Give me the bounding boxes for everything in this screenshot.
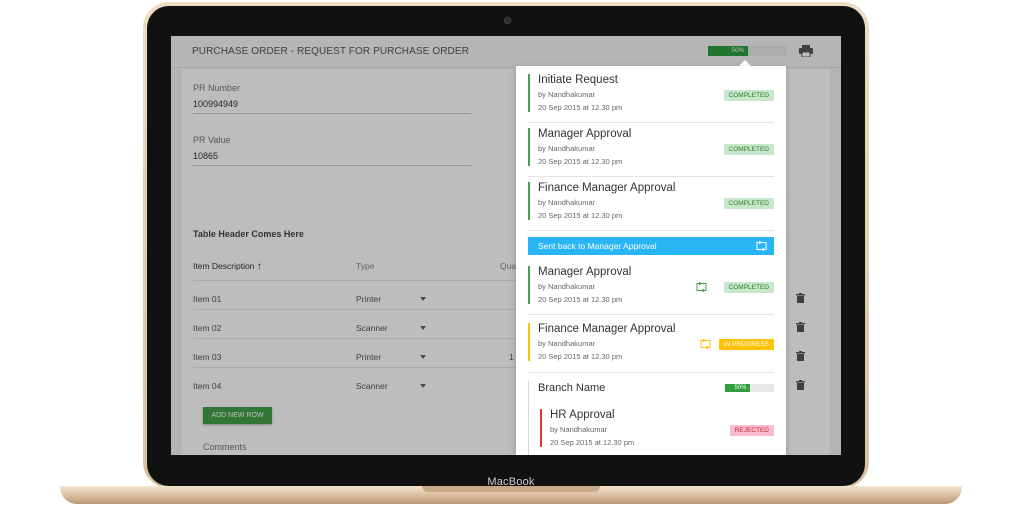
- step-name: Initiate Request: [538, 74, 618, 86]
- loop-icon: [700, 339, 711, 349]
- step-name: HR Approval: [550, 409, 615, 421]
- status-badge: COMPLETED: [723, 90, 774, 101]
- step-name: Finance Manager Approval: [538, 182, 676, 194]
- step-status-bar: [528, 182, 530, 220]
- step-date: 20 Sep 2015 at 12.30 pm: [538, 352, 623, 361]
- step-date: 20 Sep 2015 at 12.30 pm: [550, 438, 635, 447]
- divider: [528, 176, 774, 177]
- timeline-step-initiate[interactable]: Initiate Request by Nandhakumar 20 Sep 2…: [528, 74, 774, 112]
- divider: [528, 314, 774, 315]
- step-status-bar: [540, 409, 542, 447]
- timeline-step-finance-resubmit[interactable]: Finance Manager Approval by Nandhakumar …: [528, 323, 774, 361]
- step-by: by Nandhakumar: [550, 425, 608, 434]
- step-date: 20 Sep 2015 at 12.30 pm: [538, 157, 623, 166]
- timeline-step-hr[interactable]: HR Approval by Nandhakumar 20 Sep 2015 a…: [540, 409, 774, 447]
- status-badge: IN PROGRESS: [718, 339, 774, 350]
- step-by: by Nandhakumar: [538, 198, 596, 207]
- sent-back-label: Sent back to Manager Approval: [538, 241, 657, 251]
- divider: [528, 122, 774, 123]
- status-badge: REJECTED: [729, 425, 774, 436]
- step-status-bar: [528, 128, 530, 166]
- step-by: by Nandhakumar: [538, 339, 596, 348]
- status-badge: COMPLETED: [723, 282, 774, 293]
- laptop-mockup: MacBook PURCHASE ORDER - REQUEST FOR PUR…: [0, 0, 1022, 511]
- step-name: Manager Approval: [538, 266, 632, 278]
- step-by: by Nandhakumar: [538, 90, 596, 99]
- step-name: Finance Manager Approval: [538, 323, 676, 335]
- divider: [528, 230, 774, 231]
- branch-progress-label: 50%: [734, 385, 747, 391]
- sent-back-banner[interactable]: Sent back to Manager Approval: [528, 237, 774, 255]
- step-by: by Nandhakumar: [538, 144, 596, 153]
- app-window: PURCHASE ORDER - REQUEST FOR PURCHASE OR…: [171, 36, 841, 455]
- branch-progress-bar: 50%: [725, 384, 774, 392]
- step-status-bar: [528, 323, 530, 361]
- status-badge: COMPLETED: [723, 198, 774, 209]
- branch-name: Branch Name: [538, 382, 606, 394]
- camera-icon: [504, 17, 511, 24]
- status-badge: COMPLETED: [723, 144, 774, 155]
- timeline-step-finance[interactable]: Finance Manager Approval by Nandhakumar …: [528, 182, 774, 220]
- branch-connector: [528, 381, 529, 455]
- step-date: 20 Sep 2015 at 12.30 pm: [538, 211, 623, 220]
- screen: PURCHASE ORDER - REQUEST FOR PURCHASE OR…: [171, 36, 841, 455]
- step-status-bar: [528, 266, 530, 304]
- step-name: Manager Approval: [538, 128, 632, 140]
- timeline-step-manager-resubmit[interactable]: Manager Approval by Nandhakumar 20 Sep 2…: [528, 266, 774, 304]
- step-date: 20 Sep 2015 at 12.30 pm: [538, 295, 623, 304]
- approval-timeline-panel: Initiate Request by Nandhakumar 20 Sep 2…: [516, 66, 786, 455]
- loop-icon: [756, 241, 767, 251]
- loop-icon: [696, 282, 707, 292]
- brand-label: MacBook: [487, 476, 535, 488]
- step-date: 20 Sep 2015 at 12.30 pm: [538, 103, 623, 112]
- step-by: by Nandhakumar: [538, 282, 596, 291]
- divider: [528, 372, 774, 373]
- timeline-step-manager[interactable]: Manager Approval by Nandhakumar 20 Sep 2…: [528, 128, 774, 166]
- step-status-bar: [528, 74, 530, 112]
